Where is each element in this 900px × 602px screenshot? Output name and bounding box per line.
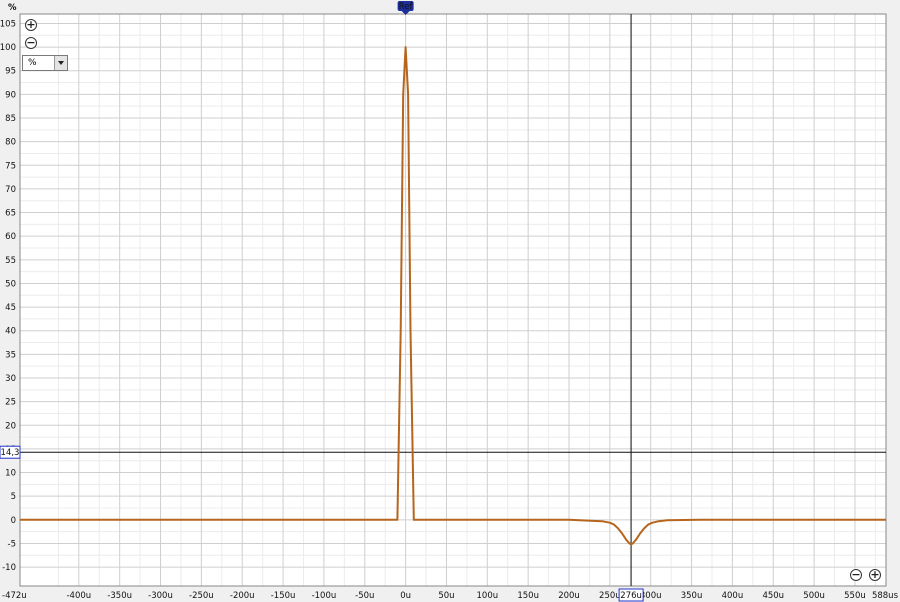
ref-marker-label: Ref [399,2,414,12]
y-axis-label: % [8,3,17,13]
y-tick-label: 60 [5,232,16,242]
x-tick-label: 450u [762,591,784,601]
y-tick-label: 80 [5,138,16,148]
y-tick-label: 70 [5,185,16,195]
y-tick-label: 40 [5,327,16,337]
x-tick-label: -300u [148,591,173,601]
y-tick-label: 90 [5,90,16,100]
x-tick-label: -250u [189,591,214,601]
x-zoom-out-icon[interactable]: − [850,569,862,581]
y-tick-label: 20 [5,421,16,431]
x-tick-label: -50u [355,591,374,601]
y-tick-label: 5 [11,492,16,502]
y-tick-label: -10 [2,563,16,573]
x-tick-label: 150u [517,591,539,601]
y-tick-label: 10 [5,469,16,479]
y-tick-label: 100 [0,43,16,53]
y-tick-label: 65 [5,209,16,219]
x-tick-label: 350u [681,591,703,601]
x-tick-label: -150u [271,591,296,601]
x-tick-label: 100u [477,591,499,601]
y-tick-label: 30 [5,374,16,384]
x-tick-label: 200u [558,591,580,601]
x-tick-label: 250u [599,591,621,601]
y-tick-label: 35 [5,350,16,360]
y-tick-label: 95 [5,67,16,77]
x-tick-label: -100u [312,591,337,601]
y-tick-label: -5 [8,539,16,549]
plot-area [20,14,886,586]
x-tick-label: 588us [872,591,899,601]
x-zoom-in-icon[interactable]: + [869,569,881,581]
x-tick-label: 400u [722,591,744,601]
crosshair-x-value: 276u [620,591,642,601]
x-tick-label: 550u [844,591,866,601]
crosshair-y-value: 14,3 [1,448,20,458]
y-tick-label: 85 [5,114,16,124]
x-tick-label: 500u [803,591,825,601]
y-tick-label: 25 [5,398,16,408]
y-tick-label: 105 [0,19,16,29]
chevron-down-icon[interactable] [54,56,67,70]
x-tick-label: 50u [438,591,454,601]
y-tick-label: 0 [11,516,16,526]
unit-select[interactable]: % [22,55,68,71]
x-tick-label: -400u [66,591,91,601]
y-tick-label: 45 [5,303,16,313]
y-tick-label: 55 [5,256,16,266]
y-tick-label: 75 [5,161,16,171]
x-tick-label: -472u [2,591,27,601]
x-tick-label: -350u [107,591,132,601]
x-tick-label: 0u [400,591,411,601]
x-tick-label: -200u [230,591,255,601]
y-zoom-out-icon[interactable]: − [25,37,37,49]
unit-select-value: % [28,58,37,68]
y-tick-label: 50 [5,279,16,289]
impulse-chart[interactable]: 1051009590858075706560555045403530252015… [0,0,900,602]
y-zoom-in-icon[interactable]: + [25,19,37,31]
